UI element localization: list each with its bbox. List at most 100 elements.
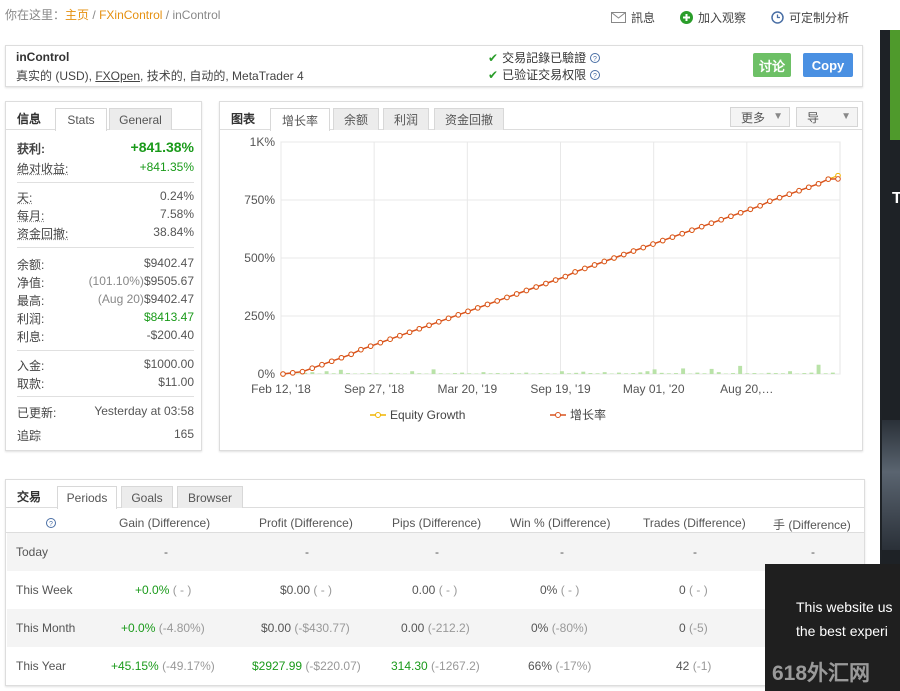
series-point <box>299 368 306 375</box>
verified-record-badge: ✔ 交易記錄已驗證 ? <box>488 49 601 66</box>
volume-bar <box>431 369 436 374</box>
volume-bar <box>616 372 621 374</box>
tab-general[interactable]: General <box>109 108 172 130</box>
breadcrumb: 你在这里：主页 / FXinControl / inControl <box>5 6 220 23</box>
cookie-banner: This website us the best experi 618外汇网 <box>765 564 900 691</box>
volume-bar <box>773 373 778 374</box>
series-point <box>552 277 559 283</box>
more-dropdown[interactable]: 更多 ▼ <box>730 107 790 127</box>
table-row: This Month +0.0% (-4.80%) $0.00 (-$430.7… <box>7 609 864 647</box>
daily-label[interactable]: 天: <box>17 189 32 206</box>
tab-periods[interactable]: Periods <box>57 486 117 509</box>
discuss-button[interactable]: 讨论 <box>753 53 791 77</box>
help-icon[interactable]: ? <box>46 518 56 528</box>
series-point <box>776 194 783 201</box>
series-point <box>825 176 832 182</box>
tab-balance[interactable]: 余额 <box>333 108 379 130</box>
series-point <box>689 227 695 233</box>
tab-browser[interactable]: Browser <box>177 486 243 508</box>
trades-tab-bar: 交易 Periods Goals Browser <box>6 480 864 509</box>
svg-text:?: ? <box>593 72 597 79</box>
table-row: This Week +0.0% ( - ) $0.00 ( - ) 0.00 (… <box>7 571 864 609</box>
volume-bar <box>631 373 636 374</box>
volume-bar <box>802 373 807 374</box>
series-point <box>728 213 734 220</box>
tab-drawdown[interactable]: 资金回撤 <box>434 108 504 130</box>
gain-value: +841.38% <box>130 139 194 155</box>
withdrawals-value: $11.00 <box>158 375 194 389</box>
profit-diff: (-$220.07) <box>305 659 361 673</box>
volume-bar <box>538 373 543 374</box>
series-point <box>669 234 676 240</box>
volume-bar <box>567 373 571 374</box>
volume-bar <box>467 373 472 374</box>
tab-growth[interactable]: 增长率 <box>270 108 330 131</box>
col-profit-header: Profit (Difference) <box>259 516 353 530</box>
watermark-logo: 618外汇网 <box>772 662 871 685</box>
volume-bar <box>681 368 686 374</box>
volume-bar <box>581 371 586 374</box>
breadcrumb-separator: / <box>92 8 96 22</box>
tab-profit[interactable]: 利润 <box>383 108 429 130</box>
series-point <box>591 262 598 268</box>
volume-bar <box>745 373 750 374</box>
win-cell: - <box>560 545 564 559</box>
x-tick-label: Feb 12, '18 <box>251 382 311 396</box>
volume-bar <box>752 373 757 374</box>
export-dropdown[interactable]: 导 ▼ <box>796 107 858 127</box>
broker-link[interactable]: FXOpen <box>95 69 140 83</box>
legend-marker <box>555 412 561 418</box>
drawdown-label[interactable]: 资金回撤: <box>17 225 68 242</box>
series-point <box>348 351 354 358</box>
copy-button[interactable]: Copy <box>803 53 853 77</box>
series-point <box>416 325 423 332</box>
volume-bar <box>731 373 735 374</box>
messages-link[interactable]: 訊息 <box>611 9 655 26</box>
breadcrumb-site-link[interactable]: FXinControl <box>99 8 162 22</box>
series-point <box>513 291 520 297</box>
custom-analysis-label: 可定制分析 <box>789 11 850 25</box>
volume-bar <box>545 373 550 374</box>
gain-label: 获利: <box>17 142 45 156</box>
gain-diff: (-4.80%) <box>158 621 205 635</box>
abs-gain-label[interactable]: 绝对收益: <box>17 160 68 177</box>
monthly-row: 每月: 7.58% <box>17 207 194 225</box>
row-label: This Month <box>16 621 76 635</box>
add-watch-link[interactable]: 加入观察 <box>680 9 746 26</box>
series-point <box>601 258 608 265</box>
tracking-label: 追踪 <box>17 429 42 443</box>
tracking-row: 追踪 165 <box>17 427 194 445</box>
side-ad[interactable]: T <box>880 30 900 564</box>
equity-row: 净值: (101.10%)$9505.67 <box>17 274 194 292</box>
profit-cell: $2927.99 <box>252 659 303 673</box>
volume-bar <box>595 373 600 374</box>
withdrawals-row: 取款: $11.00 <box>17 375 194 393</box>
chart-panel: 图表 增长率 余额 利润 资金回撤 更多 ▼ 导 ▼ 0% 250% 500% 750% 1… <box>219 101 863 451</box>
series-point <box>718 216 724 223</box>
clock-icon <box>771 11 784 24</box>
win-diff: (-80%) <box>551 621 588 635</box>
table-row: Today - - - - - - <box>7 533 864 571</box>
win-cell: 0% <box>540 583 558 597</box>
gain-cell: +0.0% <box>121 621 156 635</box>
volume-bar <box>645 371 650 374</box>
breadcrumb-home-link[interactable]: 主页 <box>65 8 89 22</box>
gain-diff: (-49.17%) <box>162 659 215 673</box>
breadcrumb-current: inControl <box>172 8 221 22</box>
help-icon[interactable]: ? <box>590 69 601 80</box>
volume-bar <box>346 373 350 374</box>
col-win-header: Win % (Difference) <box>510 516 611 530</box>
divider <box>17 396 194 397</box>
volume-bar <box>310 372 315 374</box>
tab-goals[interactable]: Goals <box>121 486 173 508</box>
custom-analysis-link[interactable]: 可定制分析 <box>771 9 849 26</box>
volume-bar <box>395 373 400 374</box>
series-point <box>397 332 403 339</box>
updated-row: 已更新: Yesterday at 03:58 <box>17 404 194 422</box>
monthly-label[interactable]: 每月: <box>17 207 44 224</box>
col-trades-header: Trades (Difference) <box>643 516 746 530</box>
more-label: 更多 <box>741 110 766 125</box>
help-icon[interactable]: ? <box>590 52 601 63</box>
pips-cell: 0.00 <box>412 583 436 597</box>
tab-stats[interactable]: Stats <box>55 108 107 131</box>
